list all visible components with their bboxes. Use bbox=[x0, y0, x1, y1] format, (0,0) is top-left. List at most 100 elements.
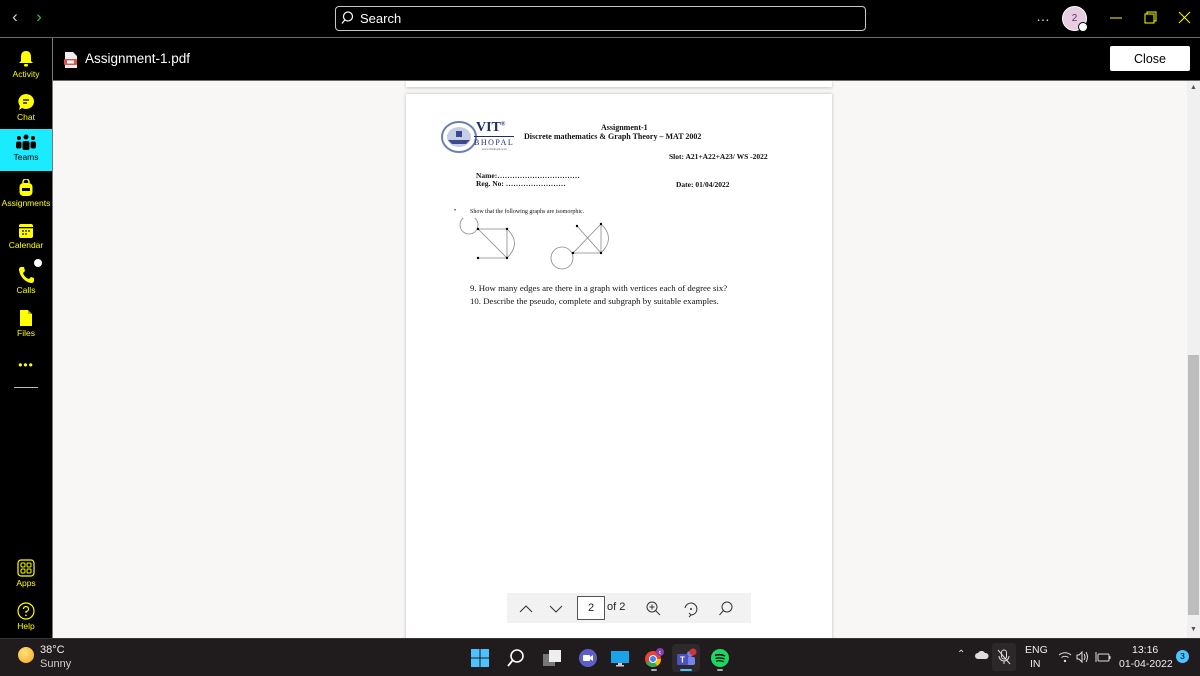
notification-badge[interactable]: 3 bbox=[1176, 650, 1189, 663]
rail-item-apps[interactable]: Apps bbox=[0, 555, 52, 597]
close-icon bbox=[1178, 11, 1191, 24]
windows-icon bbox=[471, 649, 489, 667]
calls-status-dot bbox=[34, 259, 42, 267]
more-apps-button[interactable]: ••• bbox=[0, 358, 52, 372]
rail-item-calls[interactable]: Calls bbox=[0, 262, 52, 304]
close-file-button[interactable]: Close bbox=[1110, 46, 1190, 71]
minimize-icon bbox=[1110, 17, 1122, 19]
question-isomorphic: Show that the following graphs are isomo… bbox=[470, 209, 585, 215]
rail-item-chat[interactable]: Chat bbox=[0, 89, 52, 131]
desktop-app-button[interactable] bbox=[606, 644, 634, 672]
teams-button[interactable]: T bbox=[672, 644, 700, 672]
rail-label: Help bbox=[17, 621, 35, 631]
weather-condition[interactable]: Sunny bbox=[40, 658, 71, 670]
show-hidden-icons-button[interactable]: ⌃ bbox=[957, 649, 965, 660]
onedrive-cloud-icon[interactable] bbox=[975, 651, 989, 659]
svg-text:T: T bbox=[680, 656, 685, 665]
rotate-button[interactable] bbox=[682, 600, 700, 618]
rail-label: Calendar bbox=[8, 240, 44, 250]
chevron-up-icon bbox=[519, 605, 533, 613]
backpack-icon bbox=[19, 179, 33, 196]
sun-icon[interactable] bbox=[18, 647, 34, 663]
vit-logo-subtitle: BHOPAL bbox=[474, 136, 515, 147]
input-region[interactable]: IN bbox=[1030, 658, 1041, 670]
minimize-button[interactable] bbox=[1106, 8, 1126, 28]
registered-mark: ® bbox=[500, 121, 506, 128]
slot-info: Slot: A21+A22+A23/ WS -2022 bbox=[669, 152, 768, 161]
weather-temperature[interactable]: 38°C bbox=[40, 644, 65, 656]
rail-label: Calls bbox=[16, 285, 36, 295]
university-seal-logo bbox=[441, 121, 477, 153]
running-indicator bbox=[717, 669, 723, 671]
chrome-button[interactable]: c bbox=[640, 644, 668, 672]
meet-now-button[interactable] bbox=[574, 644, 602, 672]
clock-time[interactable]: 13:16 bbox=[1132, 644, 1158, 656]
question-10: 10. Describe the pseudo, complete and su… bbox=[470, 296, 719, 306]
spotify-button[interactable] bbox=[706, 644, 734, 672]
calendar-icon bbox=[19, 224, 33, 238]
app-rail: Activity Chat Teams Assignments Calendar… bbox=[0, 38, 53, 638]
page-number-input[interactable]: 2 bbox=[577, 596, 605, 620]
video-camera-icon bbox=[579, 649, 597, 667]
more-options-button[interactable]: … bbox=[1036, 8, 1051, 24]
rail-label: Chat bbox=[17, 112, 35, 122]
rail-label: Teams bbox=[13, 152, 39, 162]
monitor-icon bbox=[611, 651, 629, 667]
window-close-button[interactable] bbox=[1175, 8, 1195, 28]
rail-item-files[interactable]: Files bbox=[0, 305, 52, 347]
volume-icon bbox=[1076, 650, 1088, 664]
bullet: • bbox=[454, 208, 457, 214]
course-title: Discrete mathematics & Graph Theory – MA… bbox=[524, 132, 702, 141]
clock-date[interactable]: 01-04-2022 bbox=[1119, 658, 1173, 670]
vit-logo-text: VIT® bbox=[476, 120, 505, 136]
teams-icon bbox=[16, 134, 36, 150]
search-icon bbox=[719, 601, 733, 616]
find-button[interactable] bbox=[717, 600, 735, 618]
search-icon bbox=[341, 11, 354, 24]
task-view-button[interactable] bbox=[538, 644, 566, 672]
rail-item-activity[interactable]: Activity bbox=[0, 46, 52, 88]
rail-item-help[interactable]: Help bbox=[0, 598, 52, 640]
scroll-up-arrow-icon[interactable]: ▲ bbox=[1190, 84, 1197, 91]
apps-icon bbox=[17, 559, 35, 577]
mic-off-icon bbox=[997, 649, 1011, 665]
assignment-title: Assignment-1 bbox=[601, 123, 648, 132]
next-page-button[interactable] bbox=[547, 600, 565, 618]
start-button[interactable] bbox=[466, 644, 494, 672]
forward-button[interactable]: › bbox=[31, 7, 47, 27]
quick-settings-button[interactable] bbox=[1058, 650, 1112, 664]
phone-icon bbox=[19, 267, 34, 283]
task-view-icon bbox=[543, 650, 561, 666]
rail-divider bbox=[14, 387, 38, 388]
microphone-muted-button[interactable] bbox=[992, 643, 1016, 671]
scrollbar-thumb[interactable] bbox=[1188, 355, 1199, 615]
graph-b bbox=[550, 223, 609, 270]
taskbar-search-button[interactable] bbox=[502, 644, 530, 672]
question-9: 9. How many edges are there in a graph w… bbox=[470, 283, 728, 293]
chevron-left-icon: ‹ bbox=[12, 7, 18, 26]
input-language[interactable]: ENG bbox=[1025, 644, 1048, 656]
pdf-file-icon bbox=[64, 52, 77, 68]
page-count: of 2 bbox=[607, 601, 626, 613]
presence-status-dot bbox=[1078, 22, 1088, 32]
scroll-down-arrow-icon[interactable]: ▼ bbox=[1190, 626, 1197, 633]
vertical-scrollbar[interactable]: ▲ ▼ bbox=[1187, 81, 1200, 638]
zoom-in-button[interactable] bbox=[645, 600, 663, 618]
zoom-in-icon bbox=[646, 601, 661, 616]
pdf-page: VIT® BHOPAL www.vitbhopal.ac.in Assignme… bbox=[406, 94, 832, 638]
isomorphic-graphs-figure bbox=[459, 218, 609, 270]
help-icon bbox=[17, 602, 35, 620]
chevron-down-icon bbox=[549, 605, 563, 613]
graph-a bbox=[459, 218, 515, 259]
rail-item-calendar[interactable]: Calendar bbox=[0, 219, 52, 261]
rail-item-assignments[interactable]: Assignments bbox=[0, 175, 52, 217]
rail-item-teams[interactable]: Teams bbox=[0, 129, 52, 171]
search-input[interactable]: Search bbox=[335, 6, 866, 31]
back-button[interactable]: ‹ bbox=[7, 7, 23, 27]
maximize-button[interactable] bbox=[1140, 8, 1160, 28]
previous-page-button[interactable] bbox=[517, 600, 535, 618]
rotate-icon bbox=[684, 602, 698, 618]
file-icon bbox=[20, 310, 32, 326]
maximize-icon bbox=[1144, 11, 1157, 24]
pdf-viewer: VIT® BHOPAL www.vitbhopal.ac.in Assignme… bbox=[53, 81, 1187, 638]
